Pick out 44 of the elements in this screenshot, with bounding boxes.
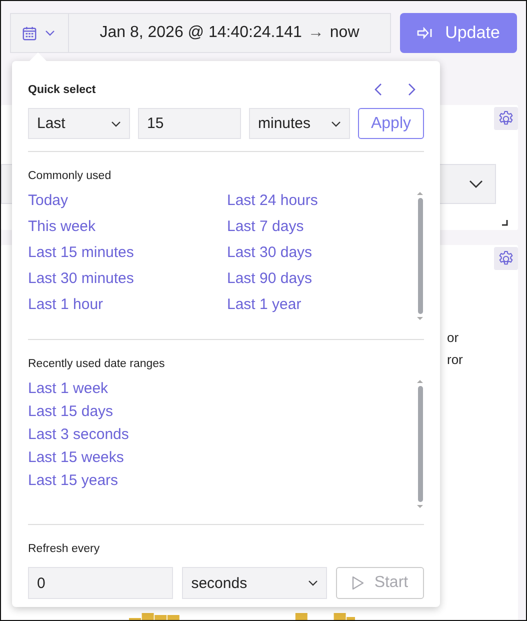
range-link[interactable]: Last 90 days [227,270,312,287]
range-link[interactable]: This week [28,218,96,235]
legend-text: or [447,330,460,345]
range-link[interactable]: Last 7 days [227,218,304,235]
scrollbar[interactable] [416,380,424,508]
range-link[interactable]: Last 30 minutes [28,270,134,287]
range-link[interactable]: Last 15 weeks [28,449,124,466]
chevron-left-icon [374,83,382,96]
update-button[interactable]: Update [400,13,517,53]
refresh-arrow-icon [417,27,434,39]
settings-icon[interactable] [494,247,518,270]
amount-field[interactable]: 15 [138,108,241,139]
range-link[interactable]: Last 15 years [28,472,118,489]
end-date-text[interactable]: now [330,24,360,42]
resize-handle-icon[interactable] [502,220,508,226]
range-link[interactable]: Last 24 hours [227,192,318,209]
legend-text: ror [447,352,463,367]
start-date-text[interactable]: Jan 8, 2026 @ 14:40:24.141 [100,24,302,42]
settings-icon[interactable] [494,107,518,130]
range-link[interactable]: Last 1 week [28,380,108,397]
apply-button[interactable]: Apply [358,108,424,139]
chevron-down-icon [331,120,341,126]
chevron-down-icon [111,120,121,126]
unit-select[interactable]: minutes [249,108,350,139]
chevron-down-icon [45,30,55,36]
play-icon [352,576,364,590]
section-title: Recently used date ranges [28,358,166,370]
chevron-right-icon [408,83,416,96]
range-link[interactable]: Last 3 seconds [28,426,129,443]
range-link[interactable]: Last 1 hour [28,296,104,313]
section-title: Quick select [28,84,96,96]
range-link[interactable]: Last 15 days [28,403,114,420]
range-link[interactable]: Last 15 minutes [28,244,134,261]
calendar-icon [22,26,37,40]
range-link[interactable]: Last 1 year [227,296,302,313]
scrollbar[interactable] [416,192,424,320]
direction-select[interactable]: Last [28,108,130,139]
arrow-text: → [308,24,324,42]
range-link[interactable]: Today [28,192,68,209]
section-title: Commonly used [28,170,112,182]
chevron-down-icon [308,580,318,586]
chevron-down-icon [469,180,483,188]
section-title: Refresh every [28,543,101,555]
range-link[interactable]: Last 30 days [227,244,312,261]
